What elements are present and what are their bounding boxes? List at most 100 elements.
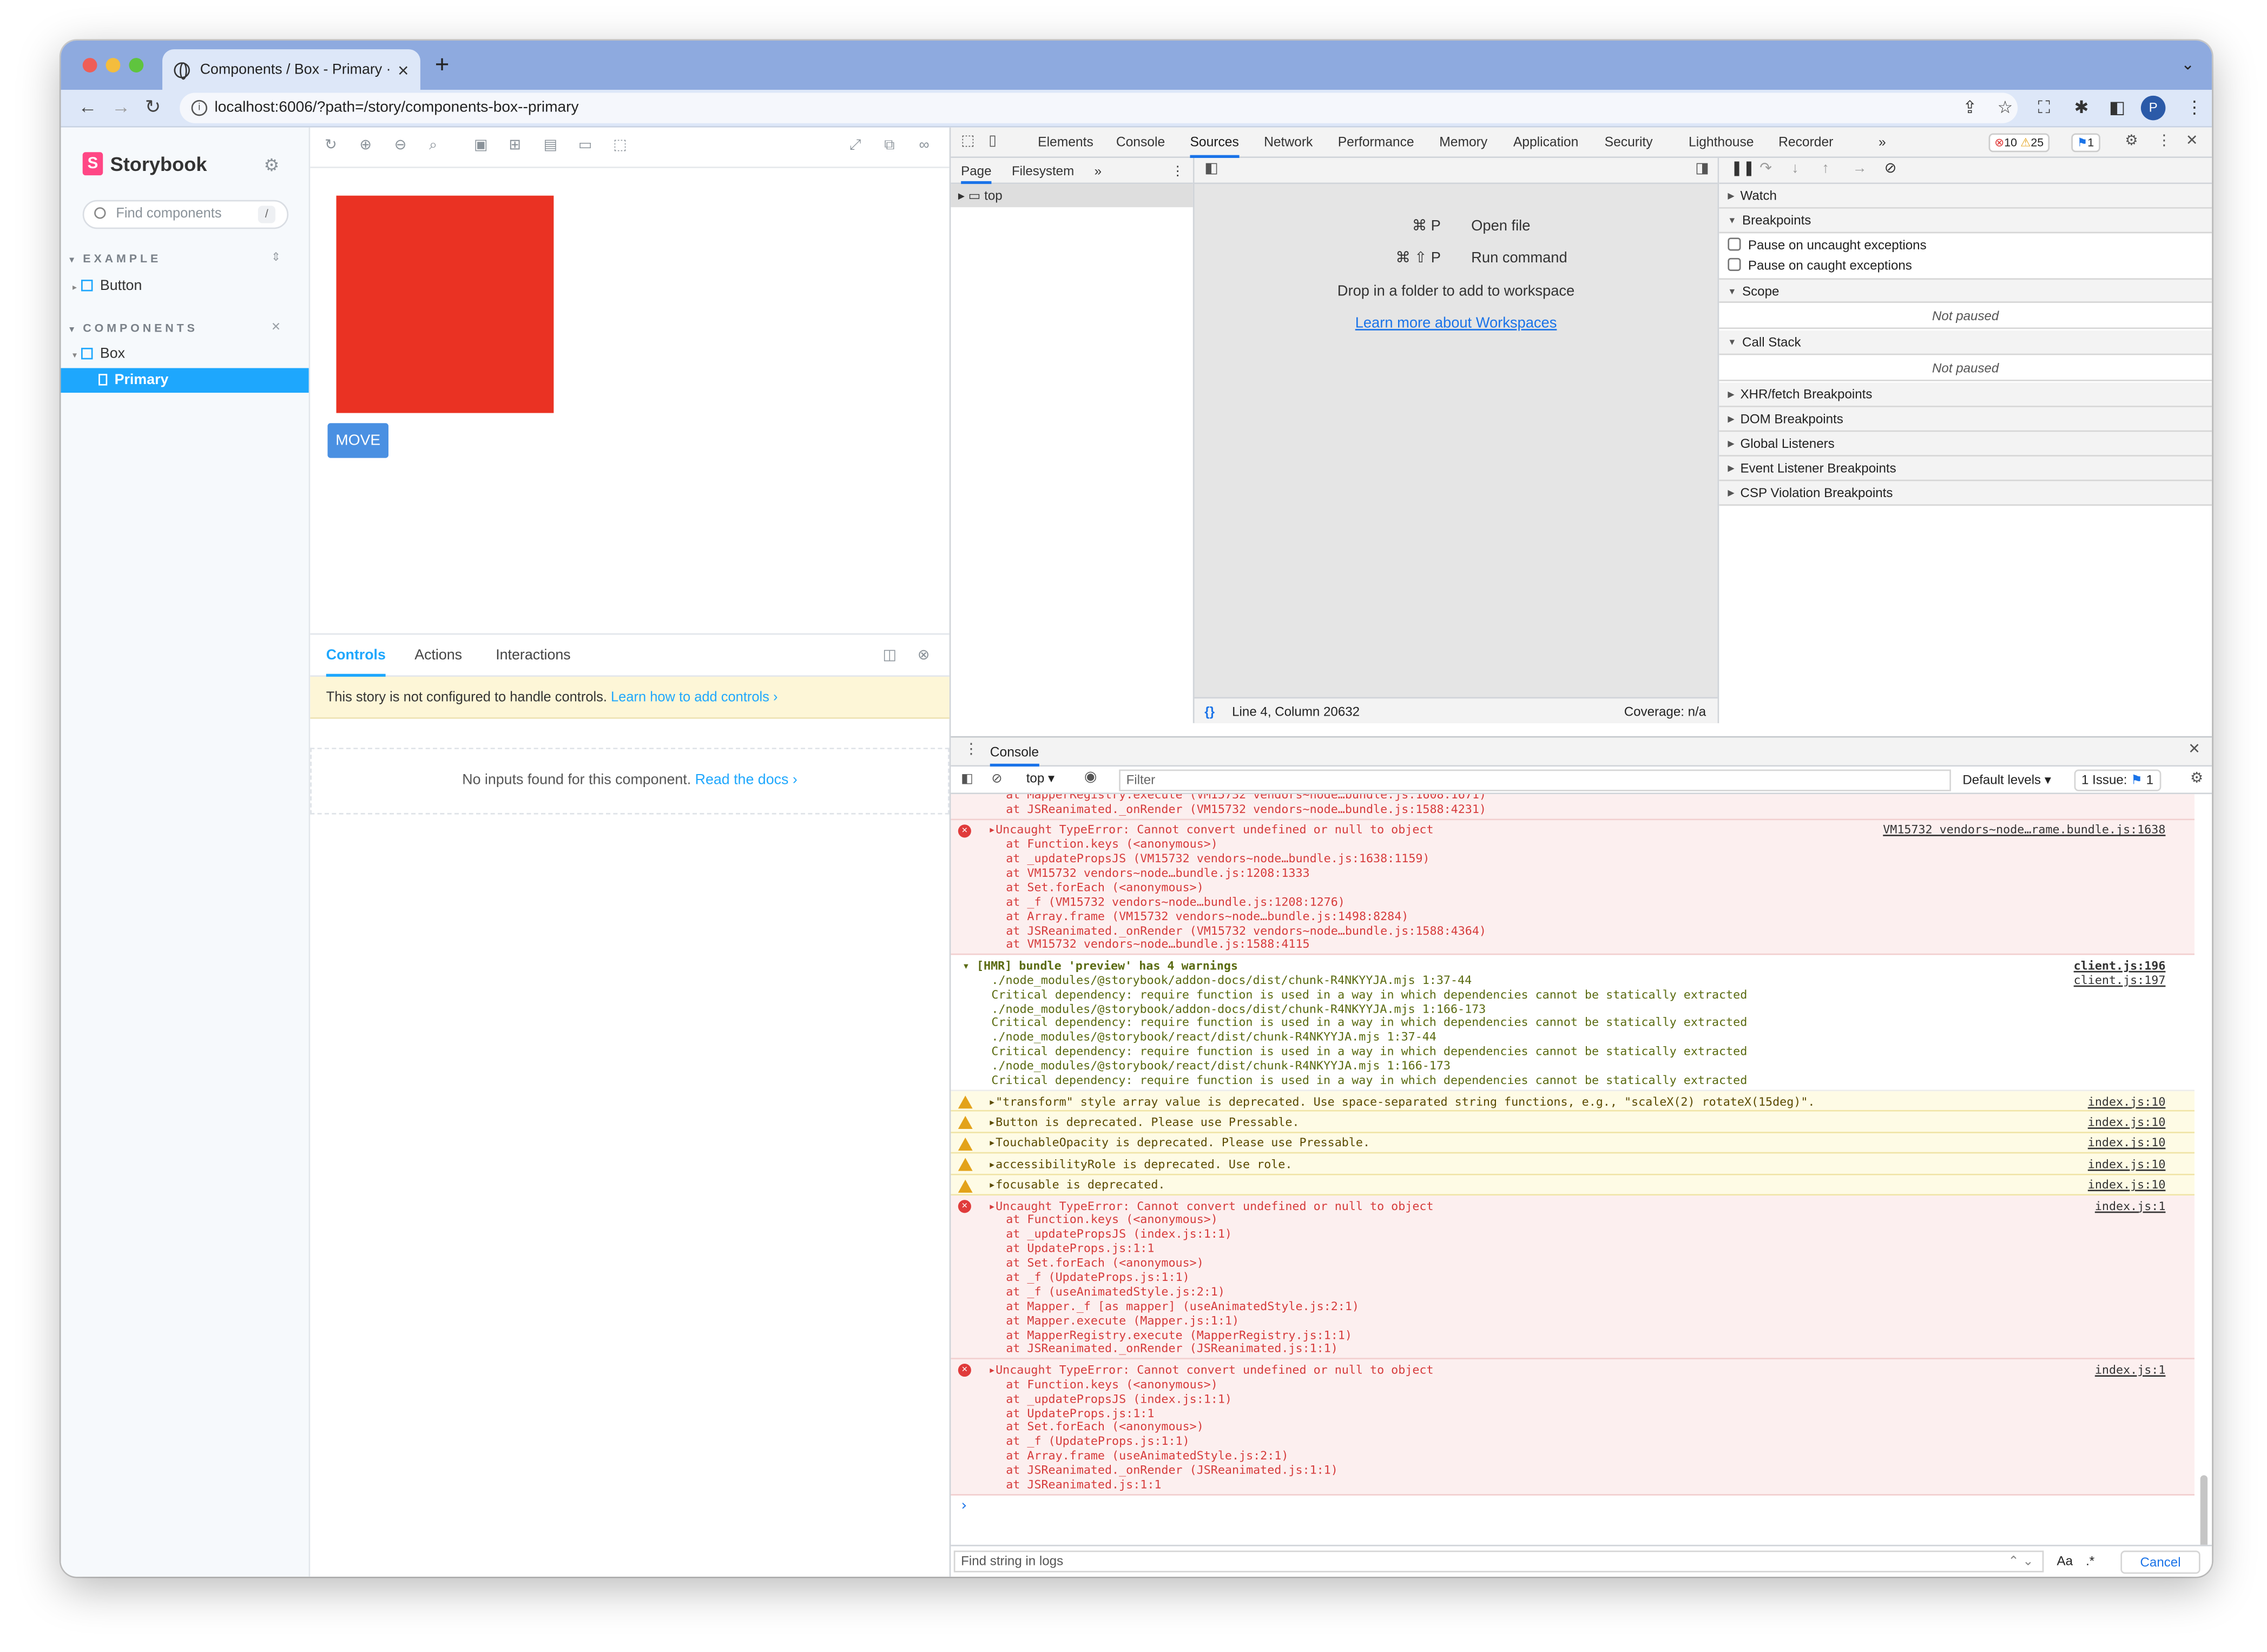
find-components-input[interactable]: Find components / (82, 200, 289, 229)
find-string-input[interactable]: Find string in logs ⌃ ⌄ (953, 1550, 2044, 1572)
zoom-reset-icon[interactable]: ⌕ (429, 138, 437, 154)
outline-icon[interactable]: ⬚ (613, 138, 627, 154)
grid-icon[interactable]: ⊞ (509, 138, 520, 154)
inspect-element-icon[interactable]: ⬚ (961, 133, 974, 149)
pause-icon[interactable]: ❚❚ (1731, 161, 1755, 176)
deactivate-breakpoints-icon[interactable]: ⊘ (1884, 161, 1896, 176)
extensions-puzzle-icon[interactable]: ✱ (2074, 97, 2089, 117)
zoom-in-icon[interactable]: ⊕ (359, 138, 371, 154)
more-navigator-tabs[interactable]: » (1095, 158, 1102, 184)
console-message-grp[interactable]: ▾ [HMR] bundle 'preview' has 4 warnings c… (951, 955, 2195, 1092)
console-source-link[interactable]: client.js:196 (2074, 958, 2166, 974)
console-source-link[interactable]: index.js:1 (2095, 1362, 2166, 1378)
tree-item-top[interactable]: ▸ ▭ top (951, 184, 1193, 208)
match-case-button[interactable]: Aa (2057, 1554, 2073, 1568)
pane-breakpoints[interactable]: ▼ Breakpoints (1719, 208, 2212, 234)
log-levels-dropdown[interactable]: Default levels ▾ (1962, 772, 2051, 788)
devtools-settings-icon[interactable]: ⚙ (2125, 133, 2138, 149)
profile-avatar[interactable]: P (2140, 95, 2166, 121)
tab-lighthouse[interactable]: Lighthouse (1689, 128, 1754, 158)
tab-network[interactable]: Network (1264, 128, 1313, 158)
tab-performance[interactable]: Performance (1338, 128, 1414, 158)
tab-actions[interactable]: Actions (414, 635, 462, 677)
tab-sources[interactable]: Sources (1190, 128, 1239, 158)
drawer-menu-icon[interactable]: ⋮ (964, 742, 979, 758)
tab-application[interactable]: Application (1513, 128, 1578, 158)
pane-call-stack[interactable]: ▼ Call Stack (1719, 330, 2212, 355)
console-sidebar-icon[interactable]: ◧ (961, 771, 973, 787)
live-expression-eye-icon[interactable]: ◉ (1084, 770, 1097, 785)
console-source-link[interactable]: index.js:10 (2088, 1135, 2166, 1151)
console-source-link[interactable]: index.js:10 (2088, 1094, 2166, 1109)
console-message-warn[interactable]: ▸accessibilityRole is deprecated. Use ro… (951, 1153, 2195, 1175)
console-message-warn[interactable]: ▸"transform" style array value is deprec… (951, 1091, 2195, 1112)
console-source-link[interactable]: index.js:1 (2095, 1198, 2166, 1214)
step-icon[interactable]: → (1853, 161, 1867, 176)
context-selector[interactable]: top ▾ (1026, 771, 1055, 787)
devtools-menu-icon[interactable]: ⋮ (2157, 133, 2171, 149)
sidebar-group-example[interactable]: ▾ EXAMPLE (70, 252, 162, 265)
side-panel-icon[interactable]: ◧ (2109, 97, 2125, 117)
sidebar-group-components[interactable]: ▾ COMPONENTS (70, 322, 198, 335)
console-message-warn[interactable]: ▸TouchableOpacity is deprecated. Please … (951, 1133, 2195, 1154)
console-source-link[interactable]: client.js:197 (2074, 972, 2166, 988)
read-docs-link[interactable]: Read the docs (695, 772, 789, 788)
open-new-tab-icon[interactable]: ⧉ (884, 138, 894, 154)
console-issues-button[interactable]: 1 Issue: ⚑ 1 (2074, 769, 2161, 791)
device-toolbar-icon[interactable]: ▯ (988, 133, 997, 149)
tab-memory[interactable]: Memory (1439, 128, 1487, 158)
settings-gear-icon[interactable]: ⚙ (264, 155, 280, 176)
pane-csp-breakpoints[interactable]: ▶ CSP Violation Breakpoints (1719, 481, 2212, 506)
drawer-tab-console[interactable]: Console (990, 738, 1039, 767)
sidebar-item-primary[interactable]: Primary (61, 368, 309, 393)
tab-search-chevron-icon[interactable]: ⌄ (2181, 55, 2194, 74)
error-warning-counter[interactable]: ⊗10 ⚠25 (1988, 133, 2049, 153)
close-devtools-icon[interactable]: ✕ (2186, 133, 2198, 149)
expand-collapse-icon[interactable]: ⇕ (271, 250, 281, 263)
more-tabs-button[interactable]: » (1879, 128, 1886, 158)
sidebar-item-button[interactable]: ▸ Button (61, 274, 309, 299)
minimize-window-button[interactable] (106, 58, 121, 72)
tab-close-icon[interactable]: × (398, 58, 408, 80)
bookmark-star-icon[interactable]: ☆ (1998, 97, 2013, 117)
tab-controls[interactable]: Controls (326, 635, 386, 677)
console-prompt[interactable]: › (959, 1498, 968, 1514)
maximize-window-button[interactable] (129, 58, 144, 72)
console-source-link[interactable]: index.js:10 (2088, 1114, 2166, 1131)
fullscreen-icon[interactable]: ⤢ (849, 138, 861, 154)
tab-page[interactable]: Page (961, 158, 992, 184)
learn-controls-link[interactable]: Learn how to add controls (611, 690, 769, 705)
tab-elements[interactable]: Elements (1038, 128, 1093, 158)
find-prev-next-icon[interactable]: ⌃ ⌄ (2008, 1552, 2034, 1571)
tab-security[interactable]: Security (1605, 128, 1653, 158)
tab-interactions[interactable]: Interactions (496, 635, 571, 677)
console-message-warn[interactable]: ▸Button is deprecated. Please use Pressa… (951, 1112, 2195, 1133)
forward-arrow-icon[interactable]: → (111, 96, 130, 117)
issues-counter[interactable]: ⚑1 (2071, 133, 2100, 153)
step-out-icon[interactable]: ↑ (1822, 161, 1829, 176)
remount-icon[interactable]: ↻ (325, 138, 337, 154)
back-arrow-icon[interactable]: ← (78, 96, 97, 117)
step-into-icon[interactable]: ↓ (1791, 161, 1798, 176)
close-window-button[interactable] (82, 58, 97, 72)
pane-event-listener-breakpoints[interactable]: ▶ Event Listener Breakpoints (1719, 456, 2212, 481)
console-source-link[interactable]: index.js:10 (2088, 1156, 2166, 1172)
close-panel-icon[interactable]: ⊗ (918, 648, 930, 664)
tab-filesystem[interactable]: Filesystem (1012, 158, 1074, 184)
background-icon[interactable]: ▣ (474, 138, 487, 154)
browser-tab-active[interactable]: Components / Box - Primary · × (162, 49, 420, 90)
console-settings-icon[interactable]: ⚙ (2190, 771, 2203, 787)
viewport-icon[interactable]: ▤ (544, 138, 557, 154)
clear-console-icon[interactable]: ⊘ (991, 771, 1002, 787)
pane-watch[interactable]: ▶ Watch (1719, 184, 2212, 209)
console-source-link[interactable]: VM15732 vendors~node…rame.bundle.js:1638 (1883, 822, 2165, 838)
share-icon[interactable]: ⇪ (1962, 97, 1977, 117)
regex-button[interactable]: .* (2086, 1554, 2094, 1568)
storybook-logo[interactable]: S Storybook (82, 152, 207, 176)
close-drawer-icon[interactable]: ✕ (2188, 742, 2200, 758)
panel-orientation-icon[interactable]: ◫ (883, 648, 897, 664)
navigator-menu-icon[interactable]: ⋮ (1171, 158, 1184, 184)
reload-icon[interactable]: ↻ (145, 96, 161, 119)
console-message-err[interactable]: ▸Uncaught TypeError: Cannot convert unde… (951, 1195, 2195, 1360)
tab-recorder[interactable]: Recorder (1778, 128, 1833, 158)
